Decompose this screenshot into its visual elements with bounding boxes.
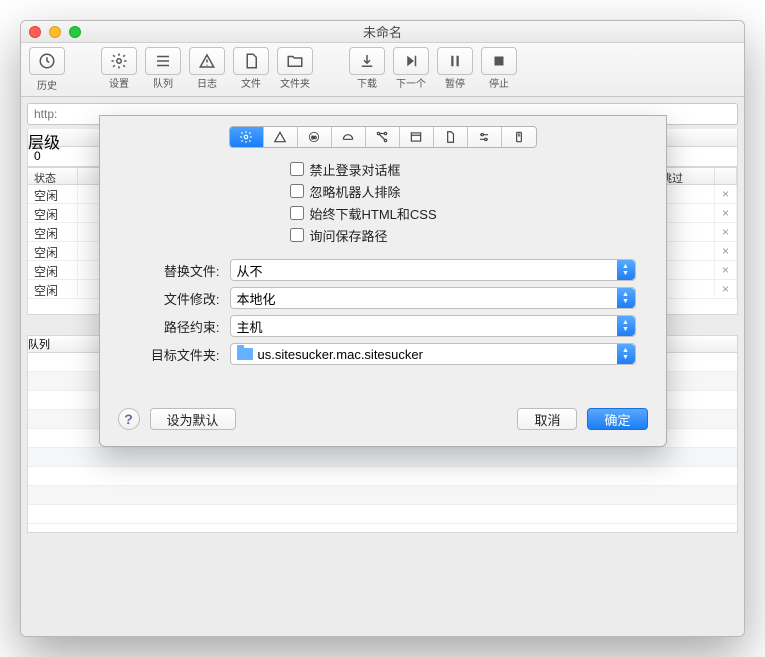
chevron-updown-icon: ▲▼ [617,344,635,364]
dest-label: 目标文件夹: [130,345,220,364]
dest-select[interactable]: us.sitesucker.mac.sitesucker▲▼ [230,343,636,365]
path-select[interactable]: 主机▲▼ [230,315,636,337]
replace-select[interactable]: 从不▲▼ [230,259,636,281]
tab-webpage[interactable] [400,127,434,147]
modal-overlay: 50 禁止登录对话框 忽略机器人排除 始终下载HTML和CSS 询问保存路径 替… [21,21,744,636]
main-window: 未命名 历史 设置 队列 日志 文件 文件夹 [20,20,745,637]
chevron-updown-icon: ▲▼ [617,260,635,280]
set-default-button[interactable]: 设为默认 [150,408,236,430]
path-label: 路径约束: [130,317,220,336]
folder-icon [237,348,253,360]
tab-warning[interactable] [264,127,298,147]
tab-limit[interactable]: 50 [298,127,332,147]
ok-button[interactable]: 确定 [587,408,647,430]
tab-document[interactable] [434,127,468,147]
cancel-button[interactable]: 取消 [517,408,577,430]
help-button[interactable]: ? [118,408,140,430]
check-suppress-login[interactable]: 禁止登录对话框 [290,158,666,180]
modify-label: 文件修改: [130,289,220,308]
check-ignore-robots[interactable]: 忽略机器人排除 [290,180,666,202]
modify-select[interactable]: 本地化▲▼ [230,287,636,309]
tab-general[interactable] [230,127,264,147]
check-ask-save-path[interactable]: 询问保存路径 [290,224,666,246]
chevron-updown-icon: ▲▼ [617,288,635,308]
tab-filter[interactable] [332,127,366,147]
tab-advanced[interactable] [502,127,536,147]
check-always-html-css[interactable]: 始终下载HTML和CSS [290,202,666,224]
replace-label: 替换文件: [130,261,220,280]
chevron-updown-icon: ▲▼ [617,316,635,336]
tab-sliders[interactable] [468,127,502,147]
settings-dialog: 50 禁止登录对话框 忽略机器人排除 始终下载HTML和CSS 询问保存路径 替… [99,115,667,447]
settings-tabs: 50 [229,126,537,148]
tab-link[interactable] [366,127,400,147]
svg-text:50: 50 [311,135,317,140]
